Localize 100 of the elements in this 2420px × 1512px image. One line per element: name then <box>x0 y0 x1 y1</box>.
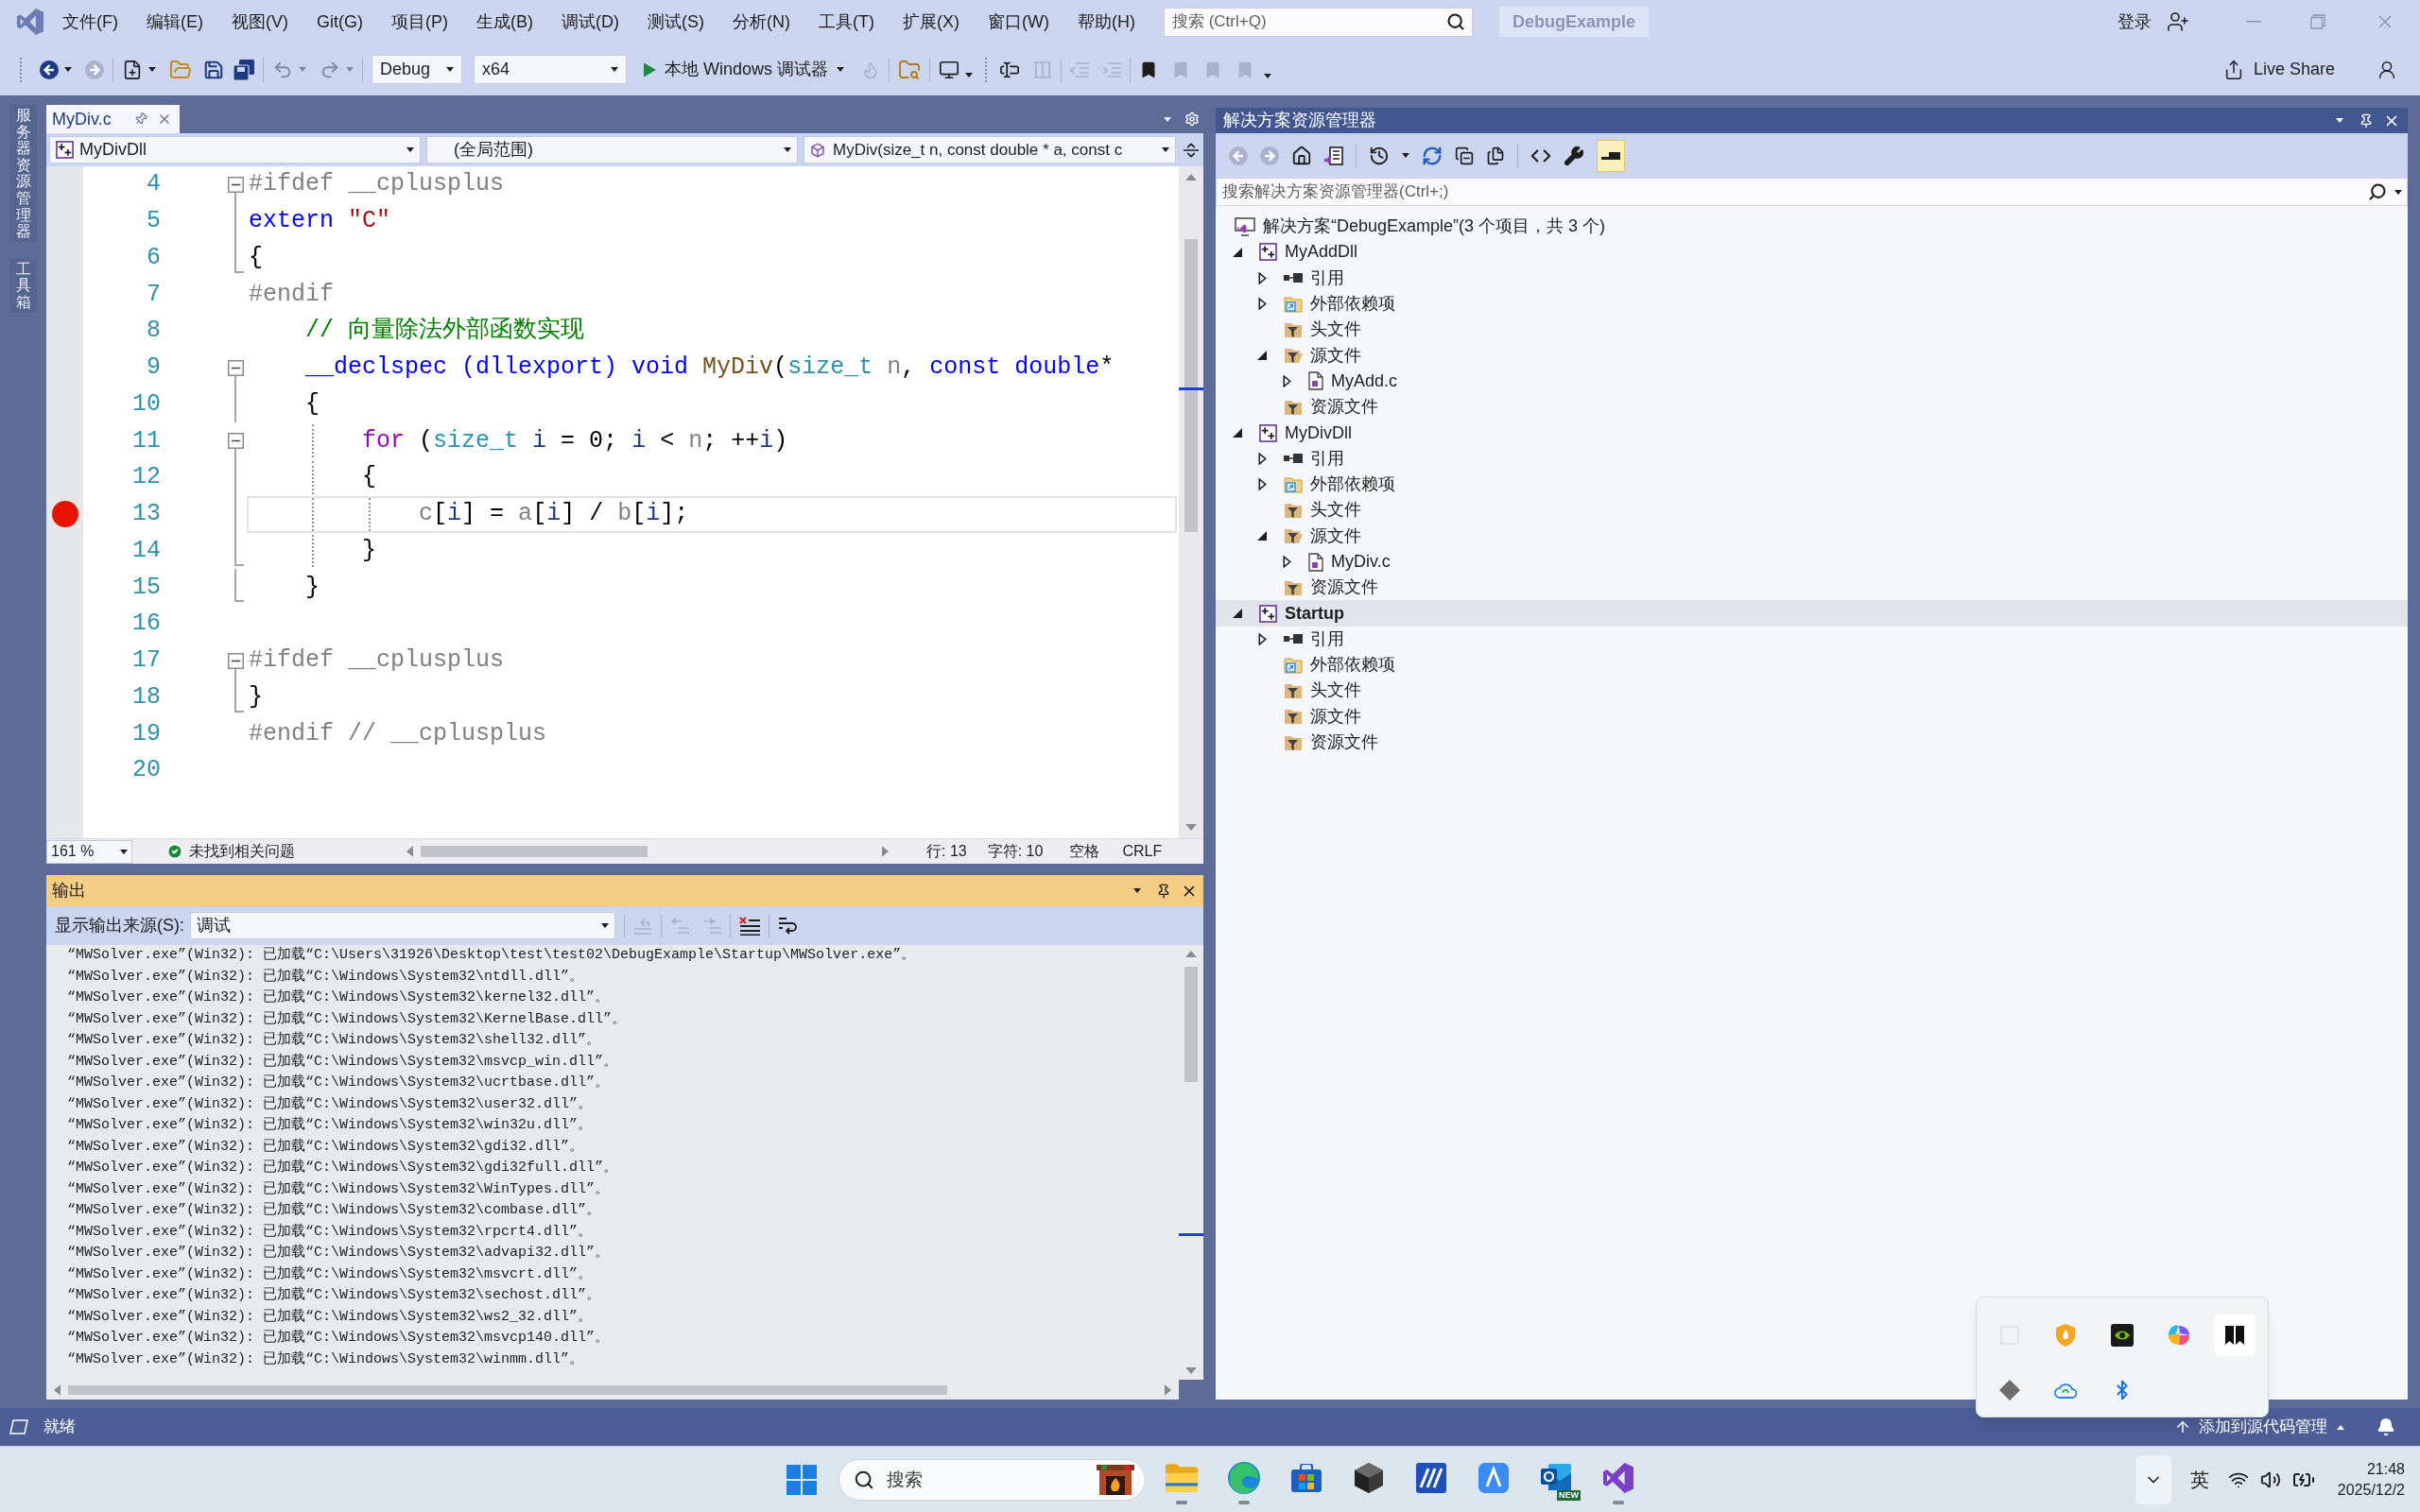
tree-item[interactable]: 资源文件 <box>1310 730 1378 756</box>
menu-item[interactable]: 项目(P) <box>384 6 456 38</box>
save-icon[interactable] <box>203 59 224 80</box>
pin-icon[interactable] <box>2359 112 2374 129</box>
clear-all-icon[interactable] <box>739 916 760 936</box>
menu-item[interactable]: 工具(T) <box>811 6 882 38</box>
tree-item[interactable]: 源文件 <box>1310 523 1361 549</box>
tree-item[interactable]: 外部依赖项 <box>1310 291 1395 318</box>
collapse-arrow-icon[interactable] <box>1233 247 1242 257</box>
taskbar-search-field[interactable]: 搜索 <box>838 1458 1146 1501</box>
caret-icon[interactable] <box>2336 118 2343 123</box>
scroll-left-icon[interactable] <box>406 846 413 857</box>
collapse-arrow-icon[interactable] <box>1233 609 1242 619</box>
caret-icon[interactable] <box>148 67 156 72</box>
expand-arrow-icon[interactable] <box>1257 632 1267 645</box>
side-tab[interactable]: 服务器资源管理器 <box>9 105 37 242</box>
feedback-icon[interactable] <box>2377 59 2397 80</box>
side-tab[interactable]: 工具箱 <box>9 258 37 313</box>
scrollbar-thumb[interactable] <box>1184 967 1198 1082</box>
scrollbar-thumb[interactable] <box>68 1384 947 1395</box>
preview-toggle-button[interactable] <box>1597 139 1625 172</box>
expand-arrow-icon[interactable] <box>1282 556 1291 568</box>
configuration-dropdown[interactable]: Debug <box>372 55 462 84</box>
stripes-tile-icon[interactable] <box>1416 1462 1446 1493</box>
save-all-icon[interactable] <box>233 59 254 80</box>
tree-item[interactable]: 头文件 <box>1310 497 1361 524</box>
scroll-right-icon[interactable] <box>882 846 889 857</box>
line-ending-indicator[interactable]: CRLF <box>1122 840 1163 863</box>
notification-icon[interactable] <box>2377 1418 2395 1436</box>
pin-icon[interactable] <box>1156 883 1171 899</box>
history-icon[interactable] <box>1369 145 1390 166</box>
expand-arrow-icon[interactable] <box>1257 478 1267 491</box>
menu-item[interactable]: 编辑(E) <box>139 6 211 38</box>
tree-item[interactable]: 头文件 <box>1310 678 1361 704</box>
collapse-icon[interactable] <box>227 359 244 376</box>
shopping-bag-icon[interactable] <box>1291 1463 1322 1492</box>
scroll-up-icon[interactable] <box>1185 951 1197 957</box>
tree-item[interactable]: 源文件 <box>1310 703 1361 730</box>
menu-item[interactable]: 生成(B) <box>469 6 541 38</box>
hexagon-icon[interactable] <box>1355 1462 1383 1493</box>
cloud-sync-icon[interactable] <box>2054 1381 2078 1399</box>
expand-arrow-icon[interactable] <box>1282 374 1291 387</box>
scroll-up-icon[interactable] <box>1185 174 1197 180</box>
tree-item[interactable]: 引用 <box>1310 626 1344 652</box>
tree-item[interactable]: 资源文件 <box>1310 575 1378 601</box>
scrollbar-thumb[interactable] <box>1184 239 1198 532</box>
tree-item[interactable]: 头文件 <box>1310 317 1361 343</box>
search-field[interactable]: 搜索解决方案资源管理器(Ctrl+;) <box>1216 178 2408 206</box>
expand-arrow-icon[interactable] <box>1257 452 1267 465</box>
envelope-tile-icon[interactable] <box>1541 1463 1571 1492</box>
project-dropdown[interactable]: MyDivDll <box>49 136 421 163</box>
collapse-icon[interactable] <box>227 176 244 193</box>
show-all-files-icon[interactable] <box>1486 146 1505 165</box>
search-icon[interactable] <box>1445 11 1465 31</box>
source-control-button[interactable]: 添加到源代码管理 <box>2199 1415 2344 1439</box>
search-field[interactable]: 搜索 (Ctrl+Q) <box>1163 7 1473 37</box>
menu-item[interactable]: 文件(F) <box>55 6 126 38</box>
menu-item[interactable]: 分析(N) <box>725 6 798 38</box>
infinity-logo-icon[interactable] <box>1603 1462 1634 1493</box>
tree-item[interactable]: 外部依赖项 <box>1310 652 1395 679</box>
member-dropdown[interactable]: MyDiv(size_t n, const double * a, const c <box>804 136 1176 163</box>
new-file-icon[interactable] <box>122 59 143 80</box>
search-icon[interactable] <box>2368 182 2387 201</box>
settings-icon[interactable] <box>1184 112 1200 127</box>
scroll-right-icon[interactable] <box>1165 1383 1171 1396</box>
caret-icon[interactable] <box>2394 190 2402 195</box>
tree-item[interactable]: 引用 <box>1310 445 1344 472</box>
line-indicator[interactable]: 行: 13 <box>926 840 967 863</box>
monitor-icon[interactable] <box>939 59 960 80</box>
collapse-arrow-icon[interactable] <box>1233 428 1242 438</box>
caret-icon[interactable] <box>1402 153 1409 158</box>
tree-item[interactable]: 源文件 <box>1310 342 1361 369</box>
zoom-dropdown[interactable]: 161 % <box>46 839 132 864</box>
scope-dropdown[interactable]: (全局范围) <box>426 136 798 163</box>
folder-search-icon[interactable] <box>898 58 922 81</box>
start-debugging-button[interactable]: 本地 Windows 调试器 <box>640 53 849 86</box>
folder-icon[interactable] <box>1166 1463 1198 1492</box>
sign-in-link[interactable]: 登录 <box>2118 9 2152 35</box>
collapse-icon[interactable] <box>227 433 244 450</box>
scroll-left-icon[interactable] <box>54 1383 60 1396</box>
whitespace-indicator[interactable]: 空格 <box>1069 840 1100 863</box>
tree-item[interactable]: 引用 <box>1310 265 1344 291</box>
caret-icon[interactable] <box>1264 74 1272 78</box>
color-blob-icon[interactable] <box>2166 1323 2191 1347</box>
menu-item[interactable]: 窗口(W) <box>979 6 1057 38</box>
expand-arrow-icon[interactable] <box>1257 298 1267 311</box>
expand-arrow-icon[interactable] <box>1257 271 1267 284</box>
arch-tile-icon[interactable] <box>1478 1462 1509 1493</box>
tree-item[interactable]: 解决方案“DebugExample”(3 个项目，共 3 个) <box>1263 214 1606 240</box>
breakpoint-icon[interactable] <box>51 501 78 528</box>
windows-start-icon[interactable] <box>786 1464 817 1495</box>
menu-item[interactable]: 调试(D) <box>554 6 627 38</box>
clock-date[interactable]: 2025/12/2 <box>2337 1479 2405 1501</box>
menu-item[interactable]: 帮助(H) <box>1069 6 1143 38</box>
wrench-icon[interactable] <box>1564 145 1584 166</box>
collapse-all-icon[interactable] <box>1455 146 1474 165</box>
grip-icon[interactable] <box>19 57 23 82</box>
menu-item[interactable]: 扩展(X) <box>894 6 967 38</box>
column-indicator[interactable]: 字符: 10 <box>987 840 1044 863</box>
issues-status[interactable]: 未找到相关问题 <box>189 840 295 863</box>
